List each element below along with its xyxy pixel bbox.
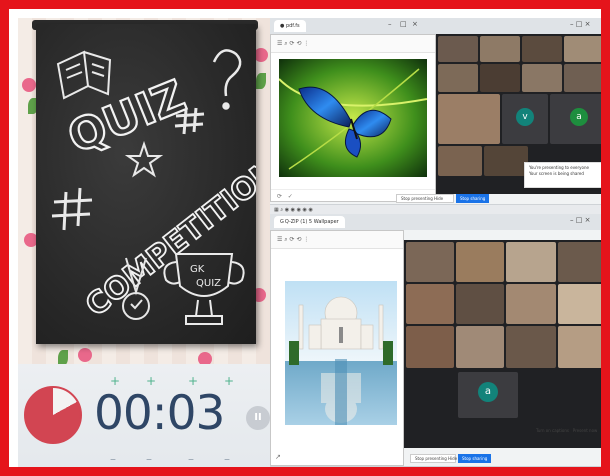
timer-progress-pie [24, 386, 82, 444]
participant-tile[interactable] [480, 64, 520, 92]
meeting-grid: a [404, 240, 601, 448]
document-toolbar: ☰ ⌕ ⟳ ⟲ ⋮ [271, 231, 403, 249]
participant-tile[interactable] [438, 36, 478, 62]
participant-tile[interactable] [522, 36, 562, 62]
timer-panel: + + + + 00:03 – – – – II [18, 364, 270, 467]
meeting-bottom-controls: Turn on captions Present now [536, 428, 597, 433]
decrement-minutes-icon[interactable]: – [146, 452, 152, 466]
stop-sharing-button[interactable]: Stop sharing [458, 454, 492, 463]
participant-tile[interactable] [558, 326, 601, 368]
browser-tab-bar: ● pdf.fs – □ × – □ × [270, 18, 601, 34]
butterfly-image [279, 59, 427, 177]
participant-tile[interactable] [438, 94, 500, 144]
star-icon [124, 140, 164, 178]
turn-on-captions-button[interactable]: Turn on captions [536, 428, 569, 433]
document-toolbar: ☰ ⌕ ⟳ ⟲ ⋮ [271, 35, 435, 53]
presenting-bar: Stop presenting Hide [410, 454, 457, 463]
wallpaper-flower-icon [78, 348, 92, 362]
meeting-grid: v a You're presenting to everyone Your s… [436, 34, 601, 194]
participant-tile[interactable] [506, 242, 556, 282]
poster-title-quiz: QUIZ [61, 71, 193, 164]
participant-tile[interactable] [456, 326, 504, 368]
participant-avatar: v [516, 108, 534, 126]
participant-tile[interactable] [406, 284, 454, 324]
participant-tile[interactable] [558, 242, 601, 282]
trophy-text-gk: GK [190, 264, 205, 275]
book-icon [56, 50, 112, 100]
participant-tile[interactable] [558, 284, 601, 324]
participant-tile[interactable] [564, 36, 601, 62]
windows-taskbar: ▦ ⌕ ◉ ◉ ◉ ◉ ◉ [270, 204, 601, 214]
quiz-poster-photo: QUIZ COMPETITION GK QUIZ [18, 18, 270, 364]
wallpaper-flower-icon [198, 352, 212, 364]
decrement-seconds-icon[interactable]: – [224, 452, 230, 466]
shared-document-window: ☰ ⌕ ⟳ ⟲ ⋮ [270, 230, 404, 466]
participant-tile[interactable] [406, 326, 454, 368]
trophy-text-quiz: QUIZ [196, 278, 221, 289]
video-call-screenshot-top: ● pdf.fs – □ × – □ × ☰ ⌕ ⟳ ⟲ ⋮ ⟳ ✓ v a Y… [270, 18, 601, 214]
participant-tile[interactable] [438, 64, 478, 92]
maximize-icon[interactable]: □ [400, 20, 407, 28]
participant-tile[interactable] [438, 146, 482, 176]
decrement-seconds-icon[interactable]: – [188, 452, 194, 466]
stop-sharing-button[interactable]: Stop sharing [456, 194, 490, 203]
presenting-notification: You're presenting to everyone Your scree… [524, 162, 601, 188]
participant-tile[interactable] [564, 64, 601, 92]
wallpaper-leaf-icon [256, 73, 266, 89]
browser-tab[interactable]: G Q-ZIP (1) 5 Wallpaper [274, 216, 345, 228]
chalkboard-poster: QUIZ COMPETITION GK QUIZ [36, 24, 256, 344]
expand-icon[interactable]: ↗ [275, 453, 281, 461]
taj-mahal-image [285, 281, 397, 425]
participant-tile[interactable] [456, 242, 504, 282]
browser-tab[interactable]: ● pdf.fs [274, 20, 306, 32]
participant-tile[interactable] [406, 242, 454, 282]
participant-tile[interactable] [484, 146, 528, 176]
presenting-bar: Stop presenting Hide [396, 194, 454, 203]
taskbar-search-input[interactable]: Type here to search [280, 469, 329, 475]
timer-display: 00:03 [94, 386, 225, 441]
participant-tile[interactable] [480, 36, 520, 62]
present-now-button[interactable]: Present now [573, 428, 598, 433]
wallpaper-leaf-icon [58, 350, 68, 364]
close-icon[interactable]: × [412, 20, 418, 28]
poster-title-competition: COMPETITION [79, 152, 256, 323]
participant-tile[interactable] [456, 284, 504, 324]
minimize-icon[interactable]: – [388, 20, 392, 28]
participant-tile[interactable] [522, 64, 562, 92]
participant-tile[interactable] [506, 326, 556, 368]
pause-button[interactable]: II [246, 406, 270, 430]
video-call-screenshot-bottom: G Q-ZIP (1) 5 Wallpaper – □ × ☰ ⌕ ⟳ ⟲ ⋮ [270, 214, 601, 475]
shared-document-window: ☰ ⌕ ⟳ ⟲ ⋮ [270, 34, 436, 202]
wallpaper-flower-icon [22, 78, 36, 92]
browser-tab-bar: G Q-ZIP (1) 5 Wallpaper – □ × [270, 214, 601, 230]
participant-tile[interactable]: v [502, 94, 548, 144]
notification-line: Your screen is being shared [529, 171, 584, 176]
window-controls-icon[interactable]: – □ × [570, 216, 590, 224]
participant-tile[interactable] [506, 284, 556, 324]
wallpaper-flower-icon [254, 48, 268, 62]
participant-avatar: a [570, 108, 588, 126]
participant-avatar: a [478, 382, 498, 402]
chalkboard-drawing: QUIZ COMPETITION GK QUIZ [51, 49, 256, 325]
windows-taskbar: ▦ Type here to search [270, 466, 601, 475]
collage-frame: QUIZ COMPETITION GK QUIZ + + + + 00:03 –… [0, 0, 610, 476]
decrement-minutes-icon[interactable]: – [110, 452, 116, 466]
increment-seconds-icon[interactable]: + [224, 374, 234, 388]
window-controls-icon[interactable]: – □ × [570, 20, 590, 28]
question-mark-icon [212, 49, 242, 110]
participant-tile[interactable]: a [458, 372, 518, 418]
participant-tile[interactable]: a [550, 94, 601, 144]
